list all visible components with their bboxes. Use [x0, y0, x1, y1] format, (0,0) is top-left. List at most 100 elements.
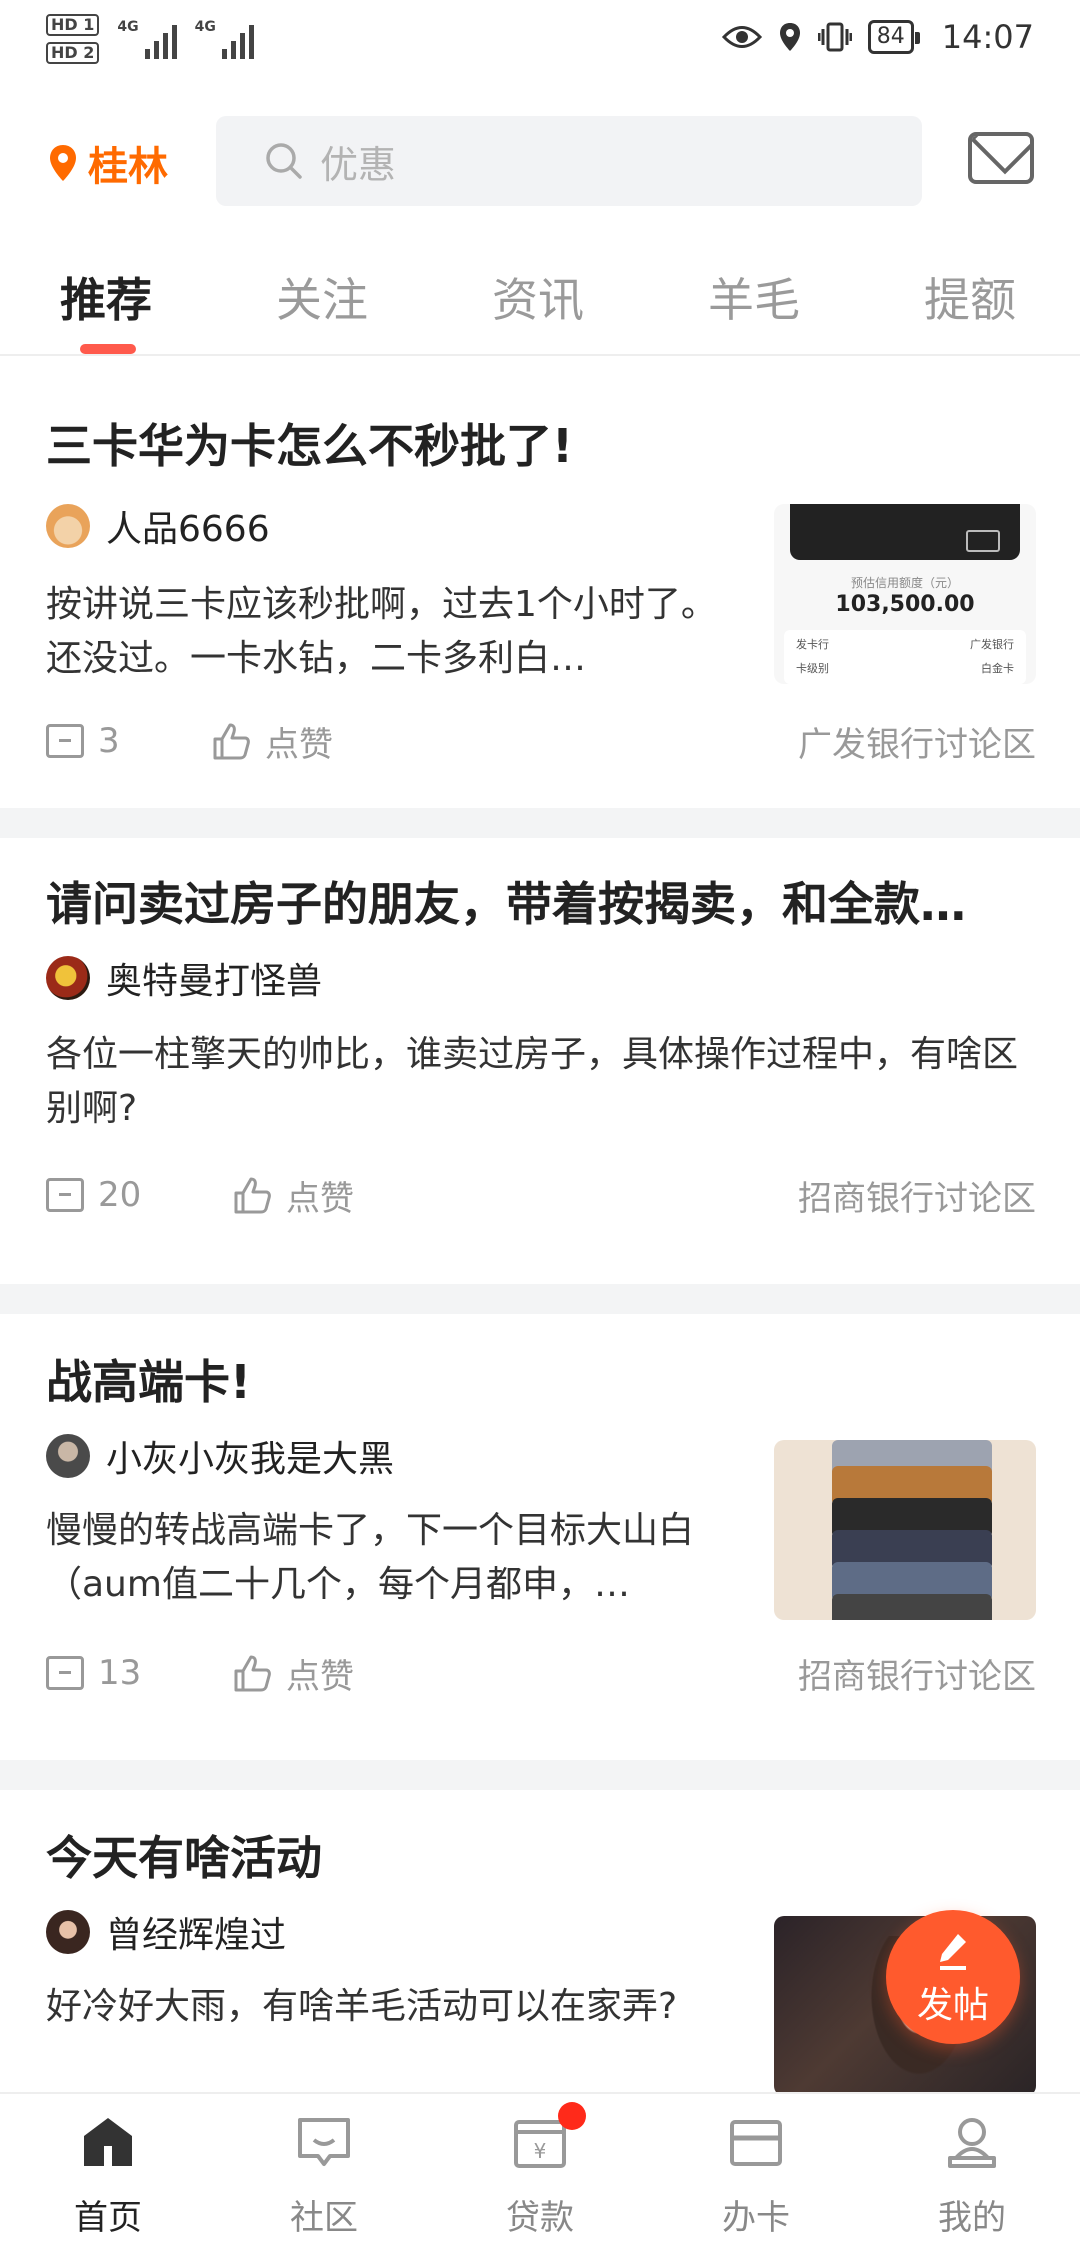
sim2-label: HD 2 [46, 42, 100, 64]
like-button[interactable]: 点赞 [232, 1171, 354, 1220]
thumb-row1-right: 广发银行 [970, 638, 1014, 651]
avatar[interactable] [46, 1434, 90, 1478]
post-meta: 13 点赞 招商银行讨论区 [46, 1648, 1036, 1698]
author-name: 曾经辉煌过 [106, 1915, 287, 1956]
new-post-label: 发帖 [916, 1985, 989, 2026]
post-thumbnail[interactable] [774, 1440, 1036, 1620]
divider [0, 1760, 1080, 1790]
post-title[interactable]: 战高端卡! [46, 1346, 1036, 1412]
like-label: 点赞 [286, 1656, 354, 1697]
post-excerpt[interactable]: 各位一柱擎天的帅比，谁卖过房子，具体操作过程中，有啥区别啊? [46, 1028, 1036, 1136]
like-button[interactable]: 点赞 [232, 1649, 354, 1698]
divider [0, 808, 1080, 838]
network2-label: 4G [194, 19, 216, 35]
tab-limit-increase[interactable]: 提额 [924, 264, 1016, 330]
post-card[interactable]: 战高端卡! 小灰小灰我是大黑 慢慢的转战高端卡了，下一个目标大山白（aum值二十… [0, 1314, 1080, 1760]
status-right: 84 14:07 [721, 18, 1034, 56]
sim-indicators: HD 1 HD 2 [46, 14, 100, 64]
post-author[interactable]: 奥特曼打怪兽 [46, 952, 322, 1004]
mail-icon[interactable] [968, 132, 1034, 184]
nav-card[interactable]: 办卡 [648, 2094, 864, 2244]
thumb-caption: 预估信用额度（元） [850, 576, 959, 590]
pencil-icon [940, 1934, 966, 1970]
forum-link[interactable]: 招商银行讨论区 [798, 1171, 1036, 1220]
avatar[interactable] [46, 504, 90, 548]
nav-home[interactable]: 首页 [0, 2094, 216, 2244]
like-label: 点赞 [265, 724, 333, 765]
comment-count: 13 [98, 1653, 142, 1693]
category-tabs: 推荐 关注 资讯 羊毛 提额 [0, 248, 1080, 356]
comment-icon [46, 724, 84, 758]
post-title[interactable]: 请问卖过房子的朋友，带着按揭卖，和全款… [46, 868, 1036, 934]
nav-mine[interactable]: 我的 [864, 2094, 1080, 2244]
post-card[interactable]: 三卡华为卡怎么不秒批了! 人品6666 按讲说三卡应该秒批啊，过去1个小时了。还… [0, 358, 1080, 808]
tab-news[interactable]: 资讯 [492, 264, 584, 330]
search-placeholder: 优惠 [320, 142, 397, 187]
search-input[interactable]: 优惠 [216, 116, 922, 206]
vibrate-icon [817, 22, 852, 52]
comment-count: 20 [98, 1175, 142, 1215]
divider [0, 1284, 1080, 1314]
chat-icon [298, 2118, 350, 2166]
signal-icon-2: 4G [195, 19, 254, 59]
top-header: 桂林 优惠 [0, 112, 1080, 208]
network1-label: 4G [117, 19, 139, 35]
notification-badge [558, 2102, 586, 2130]
post-excerpt[interactable]: 按讲说三卡应该秒批啊，过去1个小时了。还没过。一卡水钻，二卡多利白… [46, 578, 726, 686]
thumbs-up-icon [234, 1655, 271, 1692]
post-author[interactable]: 曾经辉煌过 [46, 1906, 286, 1958]
nav-loan[interactable]: ¥ 贷款 [432, 2094, 648, 2244]
bottom-navigation: 首页 社区 ¥ 贷款 办卡 我的 [0, 2092, 1080, 2244]
post-author[interactable]: 人品6666 [46, 500, 270, 552]
battery-indicator: 84 [867, 20, 920, 54]
avatar[interactable] [46, 1910, 90, 1954]
svg-text:¥: ¥ [534, 2139, 547, 2163]
post-meta: 20 点赞 招商银行讨论区 [46, 1170, 1036, 1220]
nav-card-label: 办卡 [722, 2198, 790, 2238]
thumbs-up-icon [213, 723, 250, 760]
thumb-row2-left: 卡级别 [796, 662, 829, 675]
post-feed: 三卡华为卡怎么不秒批了! 人品6666 按讲说三卡应该秒批啊，过去1个小时了。还… [0, 358, 1080, 2190]
signal-icon: 4G [117, 19, 177, 59]
forum-link[interactable]: 招商银行讨论区 [798, 1649, 1036, 1698]
author-name: 小灰小灰我是大黑 [106, 1439, 395, 1480]
comment-button[interactable]: 20 [46, 1175, 232, 1215]
comment-count: 3 [98, 721, 120, 761]
post-title[interactable]: 三卡华为卡怎么不秒批了! [46, 410, 1036, 476]
tab-deals[interactable]: 羊毛 [708, 264, 800, 330]
comment-icon [46, 1656, 84, 1690]
post-excerpt[interactable]: 好冷好大雨，有啥羊毛活动可以在家弄? [46, 1980, 726, 2088]
post-thumbnail[interactable]: 预估信用额度（元） 103,500.00 发卡行 广发银行 卡级别 白金卡 [774, 504, 1036, 684]
nav-community[interactable]: 社区 [216, 2094, 432, 2244]
avatar[interactable] [46, 956, 90, 1000]
like-label: 点赞 [286, 1178, 354, 1219]
tab-follow[interactable]: 关注 [276, 264, 368, 330]
post-meta: 3 点赞 广发银行讨论区 [46, 716, 1036, 766]
like-button[interactable]: 点赞 [211, 717, 333, 766]
post-author[interactable]: 小灰小灰我是大黑 [46, 1430, 394, 1482]
search-icon [266, 143, 302, 179]
post-card[interactable]: 请问卖过房子的朋友，带着按揭卖，和全款… 奥特曼打怪兽 各位一柱擎天的帅比，谁卖… [0, 838, 1080, 1284]
status-bar: HD 1 HD 2 4G 4G 84 14:07 [0, 0, 1080, 86]
home-icon [84, 2118, 132, 2166]
card-image [832, 1594, 992, 1620]
tab-recommend[interactable]: 推荐 [60, 264, 152, 330]
author-name: 奥特曼打怪兽 [106, 961, 323, 1002]
thumb-details: 发卡行 广发银行 卡级别 白金卡 [784, 630, 1026, 684]
thumb-row2-right: 白金卡 [981, 662, 1014, 675]
post-title[interactable]: 今天有啥活动 [46, 1822, 1036, 1888]
status-left: HD 1 HD 2 4G 4G [46, 14, 254, 64]
city-label: 桂林 [88, 144, 168, 190]
post-excerpt[interactable]: 慢慢的转战高端卡了，下一个目标大山白（aum值二十几个，每个月都申，… [46, 1504, 726, 1612]
comment-button[interactable]: 13 [46, 1653, 232, 1693]
active-tab-indicator [80, 344, 136, 354]
clock: 14:07 [941, 18, 1034, 56]
nav-community-label: 社区 [290, 2198, 358, 2238]
sim1-label: HD 1 [46, 14, 100, 36]
forum-link[interactable]: 广发银行讨论区 [798, 717, 1036, 766]
comment-button[interactable]: 3 [46, 721, 211, 761]
city-selector[interactable]: 桂林 [48, 134, 168, 192]
new-post-button[interactable]: 发帖 [886, 1910, 1020, 2044]
nav-mine-label: 我的 [938, 2198, 1006, 2238]
comment-icon [46, 1178, 84, 1212]
